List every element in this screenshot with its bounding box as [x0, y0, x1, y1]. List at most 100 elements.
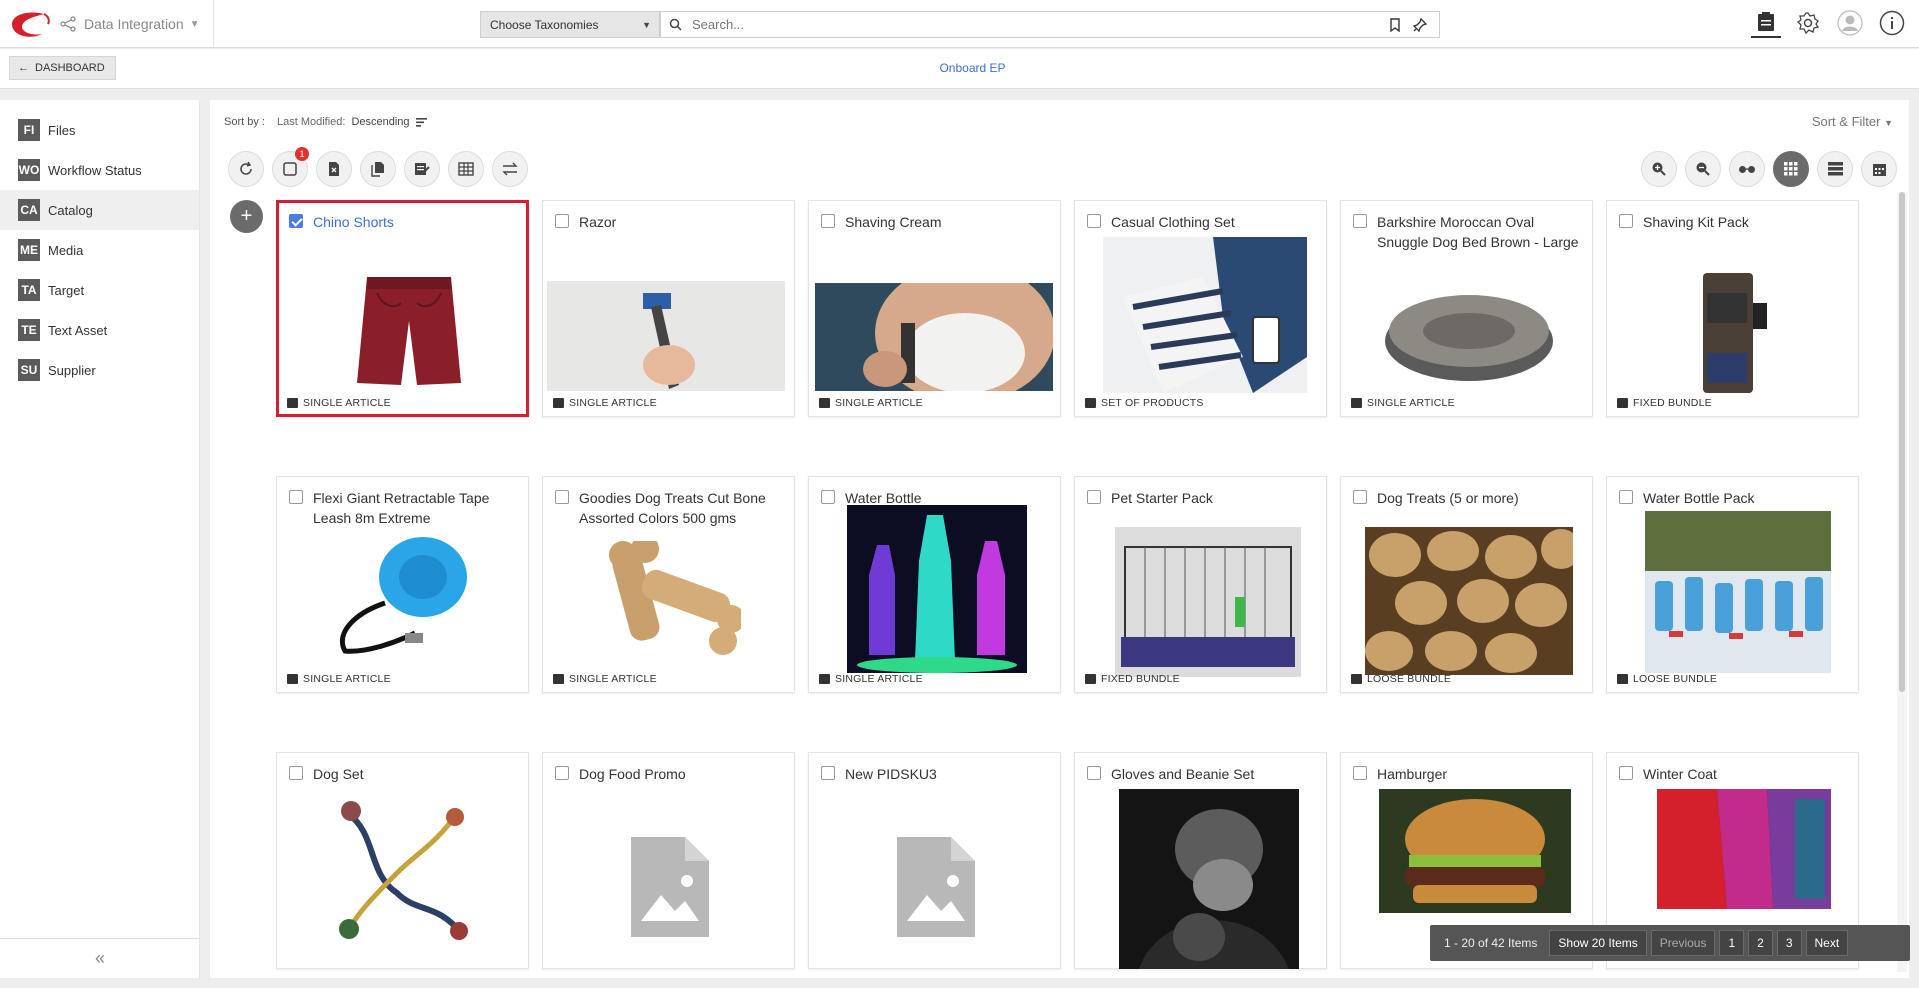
page-1-button[interactable]: 1 — [1719, 930, 1745, 956]
catalog-card-dog-treats[interactable]: Dog Treats (5 or more) LOOSE BUNDLE — [1340, 476, 1593, 693]
catalog-card-shaving-kit-pack[interactable]: Shaving Kit Pack FIXED BUNDLE — [1606, 200, 1859, 417]
card-checkbox[interactable] — [289, 766, 303, 780]
catalog-card-gloves-beanie-set[interactable]: Gloves and Beanie Set — [1074, 752, 1327, 969]
catalog-card-water-bottle-pack[interactable]: Water Bottle Pack LOOSE BUNDLE — [1606, 476, 1859, 693]
card-title[interactable]: Shaving Kit Pack — [1643, 212, 1851, 232]
page-3-button[interactable]: 3 — [1776, 930, 1802, 956]
card-title[interactable]: Casual Clothing Set — [1111, 212, 1319, 232]
preview-button[interactable] — [1729, 151, 1765, 187]
previous-page-button[interactable]: Previous — [1650, 930, 1716, 956]
collapse-sidebar-button[interactable]: « — [0, 938, 200, 978]
catalog-card-new-pidsku3[interactable]: New PIDSKU3 — [808, 752, 1061, 969]
card-checkbox[interactable] — [289, 214, 303, 228]
sidebar-item-catalog[interactable]: CA Catalog — [0, 190, 199, 230]
catalog-card-flexi-leash[interactable]: Flexi Giant Retractable Tape Leash 8m Ex… — [276, 476, 529, 693]
catalog-card-pet-starter-pack[interactable]: Pet Starter Pack FIXED BUNDLE — [1074, 476, 1327, 693]
card-checkbox[interactable] — [821, 766, 835, 780]
card-checkbox[interactable] — [821, 490, 835, 504]
catalog-card-casual-clothing-set[interactable]: Casual Clothing Set SET OF PRODUCTS — [1074, 200, 1327, 417]
card-checkbox[interactable] — [1619, 214, 1633, 228]
scrollbar[interactable] — [1897, 192, 1907, 972]
sort-field[interactable]: Last Modified: — [277, 116, 345, 128]
catalog-card-razor[interactable]: Razor SINGLE ARTICLE — [542, 200, 795, 417]
catalog-card-chino-shorts[interactable]: Chino Shorts SINGLE ARTICLE — [276, 200, 529, 417]
product-image — [1115, 527, 1301, 677]
card-title[interactable]: Water Bottle Pack — [1643, 488, 1851, 508]
card-checkbox[interactable] — [1087, 490, 1101, 504]
breadcrumb[interactable]: Onboard EP — [0, 61, 1919, 75]
card-checkbox[interactable] — [1353, 214, 1367, 228]
card-type: SINGLE ARTICLE — [1351, 397, 1455, 409]
select-all-button[interactable]: 1 — [272, 147, 309, 187]
catalog-card-dog-set[interactable]: Dog Set — [276, 752, 529, 969]
app-switcher[interactable]: Data Integration ▼ — [60, 0, 214, 48]
card-checkbox[interactable] — [821, 214, 835, 228]
pin-icon[interactable] — [1413, 18, 1427, 32]
edit-button[interactable] — [404, 151, 440, 187]
zoom-out-button[interactable] — [1685, 151, 1721, 187]
bookmark-icon[interactable] — [1389, 18, 1401, 32]
add-button[interactable]: + — [230, 200, 263, 233]
card-title[interactable]: Hamburger — [1377, 764, 1585, 784]
grid-view-button[interactable] — [1773, 151, 1809, 187]
table-view-button[interactable] — [448, 151, 484, 187]
sort-filter-dropdown[interactable]: Sort & Filter ▼ — [1812, 114, 1893, 129]
card-title[interactable]: Razor — [579, 212, 787, 232]
refresh-button[interactable] — [228, 151, 264, 187]
brand-logo[interactable] — [8, 8, 52, 40]
card-checkbox[interactable] — [555, 490, 569, 504]
sidebar-item-supplier[interactable]: SU Supplier — [0, 350, 199, 390]
sidebar-item-workflow-status[interactable]: WO Workflow Status — [0, 150, 199, 190]
product-image — [1379, 789, 1571, 913]
calendar-view-button[interactable] — [1861, 151, 1897, 187]
zoom-in-button[interactable] — [1641, 151, 1677, 187]
sort-lines-icon[interactable] — [415, 117, 427, 127]
show-items-button[interactable]: Show 20 Items — [1549, 930, 1647, 956]
copy-button[interactable] — [360, 151, 396, 187]
transfer-button[interactable] — [492, 151, 528, 187]
delete-button[interactable] — [316, 151, 352, 187]
catalog-card-dog-food-promo[interactable]: Dog Food Promo — [542, 752, 795, 969]
catalog-card-water-bottle[interactable]: Water Bottle SINGLE ARTICLE — [808, 476, 1061, 693]
search-input[interactable] — [692, 17, 1372, 32]
gear-icon[interactable] — [1793, 8, 1823, 38]
card-title[interactable]: Shaving Cream — [845, 212, 1053, 232]
sidebar-item-target[interactable]: TA Target — [0, 270, 199, 310]
card-title[interactable]: Winter Coat — [1643, 764, 1851, 784]
next-page-button[interactable]: Next — [1805, 930, 1849, 956]
card-title[interactable]: Flexi Giant Retractable Tape Leash 8m Ex… — [313, 488, 521, 528]
card-title[interactable]: New PIDSKU3 — [845, 764, 1053, 784]
card-checkbox[interactable] — [555, 214, 569, 228]
single-article-icon — [1351, 398, 1362, 408]
sort-order[interactable]: Descending — [351, 116, 409, 128]
card-checkbox[interactable] — [1087, 214, 1101, 228]
card-title[interactable]: Goodies Dog Treats Cut Bone Assorted Col… — [579, 488, 787, 528]
catalog-card-goodies-dog-treats[interactable]: Goodies Dog Treats Cut Bone Assorted Col… — [542, 476, 795, 693]
card-checkbox[interactable] — [555, 766, 569, 780]
card-title[interactable]: Gloves and Beanie Set — [1111, 764, 1319, 784]
card-title[interactable]: Chino Shorts — [313, 212, 521, 232]
card-checkbox[interactable] — [1353, 766, 1367, 780]
sidebar-item-media[interactable]: ME Media — [0, 230, 199, 270]
card-checkbox[interactable] — [289, 490, 303, 504]
card-checkbox[interactable] — [1087, 766, 1101, 780]
card-checkbox[interactable] — [1353, 490, 1367, 504]
notes-icon[interactable] — [1751, 8, 1781, 38]
list-view-button[interactable] — [1817, 151, 1853, 187]
info-icon[interactable] — [1877, 8, 1907, 38]
card-title[interactable]: Barkshire Moroccan Oval Snuggle Dog Bed … — [1377, 212, 1585, 252]
card-title[interactable]: Dog Food Promo — [579, 764, 787, 784]
user-avatar-icon[interactable] — [1835, 8, 1865, 38]
card-title[interactable]: Dog Set — [313, 764, 521, 784]
catalog-card-dog-bed[interactable]: Barkshire Moroccan Oval Snuggle Dog Bed … — [1340, 200, 1593, 417]
card-checkbox[interactable] — [1619, 490, 1633, 504]
card-checkbox[interactable] — [1619, 766, 1633, 780]
sidebar-item-text-asset[interactable]: TE Text Asset — [0, 310, 199, 350]
catalog-card-shaving-cream[interactable]: Shaving Cream SINGLE ARTICLE — [808, 200, 1061, 417]
card-title[interactable]: Pet Starter Pack — [1111, 488, 1319, 508]
taxonomy-select[interactable]: Choose Taxonomies ▼ — [480, 11, 660, 38]
sidebar-item-files[interactable]: FI Files — [0, 110, 199, 150]
scrollbar-thumb[interactable] — [1899, 192, 1905, 692]
card-title[interactable]: Dog Treats (5 or more) — [1377, 488, 1585, 508]
page-2-button[interactable]: 2 — [1748, 930, 1773, 956]
